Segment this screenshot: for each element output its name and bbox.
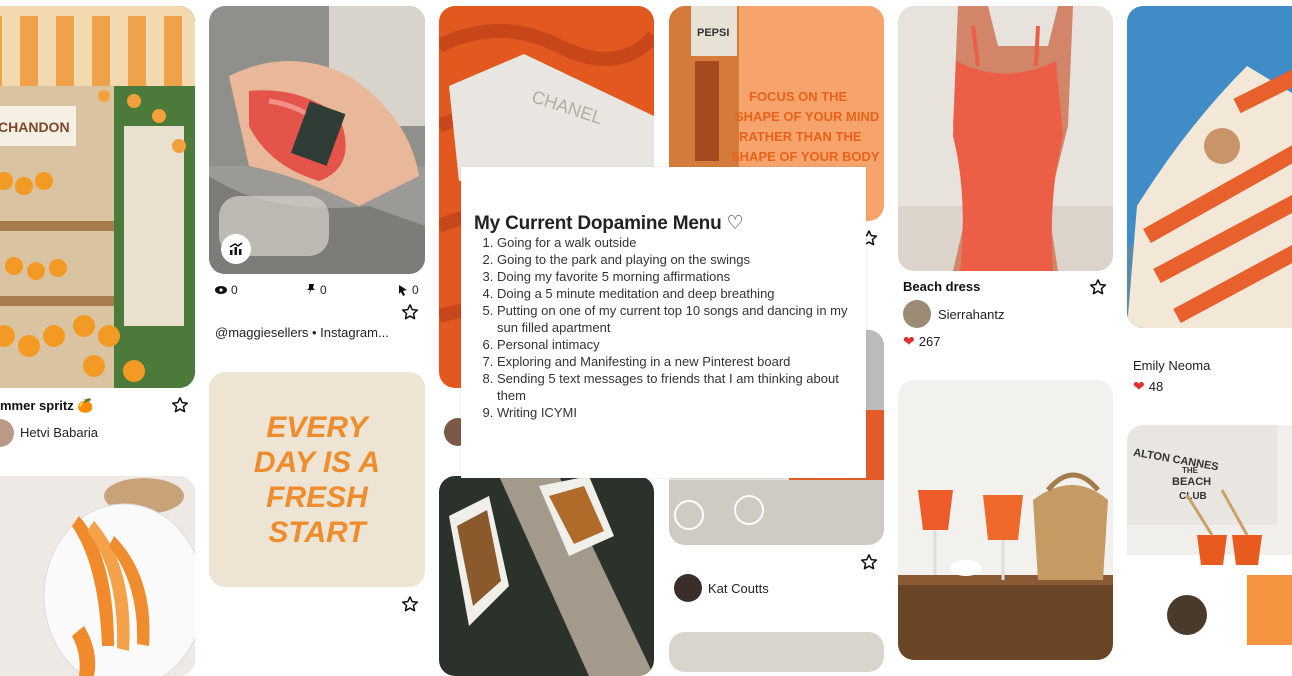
saves-count: 0 <box>320 283 327 297</box>
avatar[interactable] <box>674 574 702 602</box>
club-sign-line: CLUB <box>1179 491 1207 502</box>
clicks-count: 0 <box>412 283 419 297</box>
heart-icon: ❤ <box>1133 378 1145 394</box>
club-sign-line: BEACH <box>1172 476 1211 488</box>
views-count: 0 <box>231 283 238 297</box>
saves-stat: 0 <box>306 283 327 297</box>
likes-count: 267 <box>918 334 941 349</box>
pin-image-towel[interactable] <box>1127 6 1292 328</box>
menu-item: Doing a 5 minute meditation and deep bre… <box>497 285 857 302</box>
views-stat: 0 <box>215 283 238 297</box>
quote-line: START <box>268 516 366 549</box>
pin-title[interactable]: mmer spritz 🍊 <box>0 398 94 414</box>
pin-image-bottom[interactable] <box>669 632 884 672</box>
mural-line: FOCUS ON THE <box>749 89 848 104</box>
pin-image-melon[interactable] <box>0 476 195 676</box>
pepsi-sign-text: PEPSI <box>697 27 729 39</box>
menu-item: Exploring and Manifesting in a new Pinte… <box>497 353 857 370</box>
quote-line: DAY IS A <box>253 446 381 479</box>
mural-line: SHAPE OF YOUR MIND <box>735 109 879 124</box>
pin-title[interactable]: Beach dress <box>903 279 980 294</box>
quote-line: EVERY <box>266 411 368 444</box>
author-name[interactable]: Hetvi Babaria <box>20 425 98 440</box>
menu-item: Writing ICYMI <box>497 404 857 421</box>
pin-source[interactable]: @maggiesellers • Instagram... <box>215 325 389 340</box>
menu-title: My Current Dopamine Menu ♡ <box>474 213 744 234</box>
menu-item: Going to the park and playing on the swi… <box>497 251 857 268</box>
author-name[interactable]: Emily Neoma <box>1133 358 1210 373</box>
likes-count: 48 <box>1148 379 1164 394</box>
pin-image-beach-club[interactable]: ALTON CANNES THE BEACH CLUB <box>1127 425 1292 665</box>
pin-quote-card[interactable]: EVERY DAY IS A FRESH START <box>209 372 425 587</box>
menu-list: Going for a walk outside Going to the pa… <box>497 234 857 421</box>
star-icon[interactable] <box>401 595 419 613</box>
quote-line: FRESH <box>266 481 368 514</box>
menu-item: Personal intimacy <box>497 336 857 353</box>
club-sign-line: THE <box>1182 466 1199 475</box>
analytics-icon[interactable] <box>221 234 251 264</box>
star-icon[interactable] <box>171 396 189 414</box>
pin-image-boats[interactable] <box>439 476 654 676</box>
eye-icon <box>215 286 227 294</box>
clicks-stat: 0 <box>398 283 419 297</box>
pin-image-summer-spritz[interactable]: CHANDON <box>0 6 195 388</box>
menu-item: Going for a walk outside <box>497 234 857 251</box>
pin-image-sofa[interactable] <box>209 6 425 274</box>
likes-stat: ❤ 267 <box>903 333 940 350</box>
author-name[interactable]: Kat Coutts <box>708 581 769 596</box>
mural-line: RATHER THAN THE <box>739 129 862 144</box>
pin-image-beach-dress[interactable] <box>898 6 1113 271</box>
star-icon[interactable] <box>860 553 878 571</box>
pin-icon <box>307 284 315 295</box>
menu-item: Sending 5 text messages to friends that … <box>497 370 857 404</box>
avatar[interactable] <box>903 300 931 328</box>
star-icon[interactable] <box>1089 278 1107 296</box>
chandon-sign-text: CHANDON <box>0 119 70 135</box>
star-icon[interactable] <box>401 303 419 321</box>
menu-item: Doing my favorite 5 morning affirmations <box>497 268 857 285</box>
cursor-icon <box>399 285 407 296</box>
author-name[interactable]: Sierrahantz <box>938 307 1004 322</box>
avatar[interactable] <box>0 419 14 447</box>
mural-line: SHAPE OF YOUR BODY <box>731 149 880 164</box>
menu-item: Putting on one of my current top 10 song… <box>497 302 857 336</box>
heart-icon: ❤ <box>903 333 915 349</box>
pin-image-aperol[interactable] <box>898 380 1113 660</box>
likes-stat: ❤ 48 <box>1133 378 1163 395</box>
dopamine-menu-card: My Current Dopamine Menu ♡ Going for a w… <box>461 167 866 478</box>
